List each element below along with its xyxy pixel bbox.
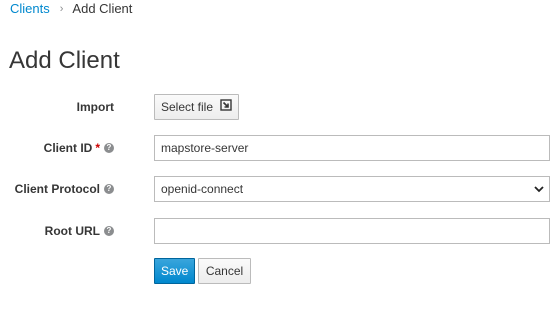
root-url-input[interactable]: [154, 218, 550, 244]
client-protocol-label: Client Protocol ?: [15, 176, 114, 202]
question-circle-icon[interactable]: ?: [104, 226, 114, 236]
root-url-label-text: Root URL: [44, 224, 100, 238]
question-circle-icon[interactable]: ?: [104, 143, 114, 153]
select-file-label: Select file: [161, 100, 214, 114]
breadcrumb: Clients › Add Client: [10, 1, 132, 17]
client-protocol-row: Client Protocol ? openid-connect: [0, 176, 560, 202]
breadcrumb-separator-icon: ›: [59, 3, 64, 15]
root-url-label: Root URL ?: [45, 218, 114, 244]
client-protocol-selected-value: openid-connect: [161, 182, 244, 196]
add-client-page: Clients › Add Client Add Client Import S…: [0, 0, 560, 326]
import-label: Import: [77, 94, 114, 120]
client-id-row: Client ID * ?: [0, 135, 560, 161]
import-icon: [220, 95, 233, 119]
import-label-text: Import: [76, 100, 114, 114]
save-button[interactable]: Save: [154, 258, 195, 284]
required-marker: *: [95, 141, 100, 155]
select-file-button[interactable]: Select file: [154, 94, 239, 120]
question-circle-icon[interactable]: ?: [104, 184, 114, 194]
client-id-input[interactable]: [154, 135, 550, 161]
chevron-down-icon: [533, 177, 545, 201]
client-id-label: Client ID * ?: [44, 135, 114, 161]
cancel-button[interactable]: Cancel: [198, 258, 251, 284]
breadcrumb-clients-link[interactable]: Clients: [10, 1, 50, 17]
breadcrumb-current: Add Client: [72, 1, 133, 16]
import-row: Import Select file: [0, 94, 560, 120]
page-title: Add Client: [9, 47, 120, 74]
root-url-row: Root URL ?: [0, 218, 560, 244]
client-id-label-text: Client ID: [43, 141, 93, 155]
client-protocol-label-text: Client Protocol: [14, 182, 100, 196]
client-protocol-select[interactable]: openid-connect: [154, 176, 550, 202]
